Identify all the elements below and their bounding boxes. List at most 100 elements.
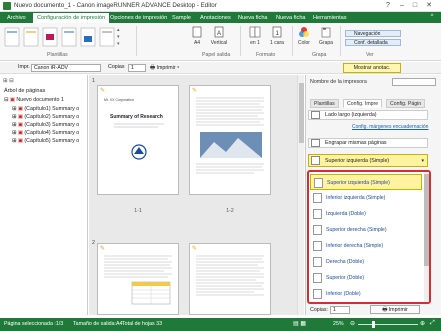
page-body (196, 255, 264, 296)
page-body (196, 97, 264, 174)
gallery-scroll[interactable]: ▴ ▾ ▾ (117, 27, 122, 47)
tab-config-impre[interactable]: Config. Impre (343, 99, 383, 108)
staple-button[interactable]: Grapa (316, 26, 336, 46)
page-thumbnail-4[interactable]: ✎ (189, 243, 271, 315)
printer-name-select[interactable] (392, 78, 436, 86)
sided-value: 1 cara (270, 40, 284, 46)
ribbon-tab-bar: Archivo Configuración de impresión Opcio… (0, 12, 441, 23)
color-button[interactable]: Color (294, 26, 314, 46)
tree-item[interactable]: ⊞ ▣ (Capítulo5) Summary o (12, 138, 79, 144)
option-inferior-derecha-simple[interactable]: Inferior derecha (Simple) (310, 238, 422, 254)
staple-position-select[interactable]: Superior izquierda (Simple) ▾ (308, 154, 428, 167)
templates-gallery[interactable] (3, 26, 125, 50)
printer-select[interactable]: Canon iR-ADV (31, 64, 101, 72)
tab-config-pagin[interactable]: Config. Págin (386, 99, 426, 108)
margin-settings-link[interactable]: Config. márgenes encuadernación (352, 124, 428, 130)
staple-position-icon (313, 193, 322, 203)
option-izquierda-doble[interactable]: Izquierda (Doble) (310, 206, 422, 222)
staple-position-icon (313, 225, 322, 235)
option-superior-derecha-simple[interactable]: Superior derecha (Simple) (310, 222, 422, 238)
tab-sample[interactable]: Sample (168, 13, 195, 23)
pages-per-sheet-button[interactable]: en 1 (244, 26, 266, 46)
tree-item[interactable]: ⊞ ▣ (Capítulo1) Summary o (12, 106, 79, 112)
paper-size-value: A4 (193, 40, 201, 46)
group-label-papel-salida: Papel salida (202, 52, 231, 58)
group-label-ver: Ver (366, 52, 374, 58)
zoom-out-icon[interactable]: ⊖ (350, 320, 355, 327)
tree-item[interactable]: ⊞ ▣ (Capítulo2) Summary o (12, 114, 79, 120)
staple-position-icon (311, 156, 320, 165)
paper-size-button[interactable]: A4 (186, 26, 208, 46)
page-thumbnail-1[interactable]: ✎ Mr. XX Corporation Summary of Research (97, 85, 179, 195)
chevron-up-icon[interactable]: ^ (428, 14, 436, 22)
tab-nueva-ficha-1[interactable]: Nueva ficha (234, 13, 272, 23)
option-superior-izquierda-simple[interactable]: Superior izquierda (Simple) (310, 174, 422, 190)
panel-print-button[interactable]: 🖶 Imprimir (370, 305, 420, 314)
page-number-marker: 1 (92, 78, 95, 84)
dropdown-scrollbar[interactable] (424, 172, 429, 302)
zoom-slider-thumb[interactable] (372, 321, 375, 328)
fit-page-icon[interactable]: ⤢ (430, 320, 435, 327)
page-body (104, 255, 172, 305)
tab-configuracion-impresion[interactable]: Configuración de impresión (33, 13, 110, 23)
minimize-icon[interactable]: – (397, 1, 407, 11)
view-mode-icons[interactable]: ▤ ▦ (293, 320, 306, 327)
tab-anotaciones[interactable]: Anotaciones (196, 13, 235, 23)
app-icon (3, 2, 11, 10)
status-selected-pages: Página seleccionada :1/3 (4, 321, 64, 327)
tab-nueva-ficha-2[interactable]: Nueva ficha (272, 13, 310, 23)
zoom-in-icon[interactable]: ⊕ (420, 320, 425, 327)
tab-plantillas[interactable]: Plantillas (310, 99, 339, 108)
print-button[interactable]: 🖶 Imprimir ▾ (148, 64, 181, 72)
page-thumbnail-3[interactable]: ✎ (97, 243, 179, 315)
page-body (114, 123, 164, 160)
orientation-button[interactable]: A Vertical (208, 26, 230, 46)
option-inferior-doble[interactable]: Inferior (Doble) (310, 286, 422, 302)
tab-opciones-impresion[interactable]: Opciones de impresión (106, 13, 171, 23)
option-inferior-izquierda-simple[interactable]: Inferior izquierda (Simple) (310, 190, 422, 206)
detail-settings-toggle[interactable]: Conf. detallada (345, 39, 401, 46)
staple-position-icon (313, 241, 322, 251)
staple-position-icon (313, 273, 322, 283)
tab-archivo[interactable]: Archivo (3, 13, 30, 23)
panel-copies-label: Copias: (310, 307, 328, 313)
navigation-toggle[interactable]: Navegación (345, 30, 401, 37)
page-thumbnail-2[interactable]: ✎ (189, 85, 271, 195)
tree-root[interactable]: ⊟ ▣ Nuevo documento 1 (4, 97, 64, 103)
group-label-grapa: Grapa (312, 52, 327, 58)
page-heading: Summary of Research (110, 114, 163, 120)
scrollbar-thumb[interactable] (424, 174, 429, 266)
pages-per-sheet-value: en 1 (250, 40, 260, 46)
tree-item[interactable]: ⊞ ▣ (Capítulo4) Summary o (12, 130, 79, 136)
staple-position-icon (314, 178, 323, 188)
binding-icon (311, 111, 320, 119)
page-number-marker: 2 (92, 240, 95, 246)
pages-scrollbar[interactable] (297, 75, 304, 315)
svg-text:A: A (217, 31, 221, 37)
copies-input[interactable]: 1 (128, 64, 146, 72)
panel-copies-input[interactable]: 1 (330, 306, 350, 314)
close-icon[interactable]: ✕ (424, 1, 434, 11)
tree-item[interactable]: ⊞ ▣ (Capítulo3) Summary o (12, 122, 79, 128)
window-title: Nuevo documento_1 - Canon imageRUNNER AD… (14, 2, 217, 9)
page-label: 1-1 (134, 208, 142, 214)
staple-select[interactable]: Engrapar mismas páginas (308, 138, 428, 148)
option-derecha-doble[interactable]: Derecha (Doble) (310, 254, 422, 270)
printer-icon: 🖶 (382, 307, 388, 313)
printer-name-label: Nombre de la impresora (310, 79, 367, 85)
tab-herramientas[interactable]: Herramientas (309, 13, 351, 23)
pin-icon: ✎ (192, 88, 198, 94)
option-superior-doble[interactable]: Superior (Doble) (310, 270, 422, 286)
zoom-slider[interactable] (358, 324, 418, 325)
navigation-label: Navegación (354, 31, 381, 37)
help-icon[interactable]: ? (383, 1, 393, 11)
pin-icon: ✎ (100, 246, 106, 252)
pin-icon: ✎ (100, 88, 106, 94)
staple-position-icon (313, 289, 322, 299)
ribbon-divider (136, 26, 137, 56)
maximize-icon[interactable]: □ (410, 1, 420, 11)
binding-select[interactable]: Lado largo (izquierda) (308, 110, 428, 120)
show-notes-button[interactable]: Mostrar anotac. (343, 63, 401, 73)
sided-button[interactable]: 1 1 cara (266, 26, 288, 46)
scrollbar-thumb[interactable] (299, 83, 304, 143)
